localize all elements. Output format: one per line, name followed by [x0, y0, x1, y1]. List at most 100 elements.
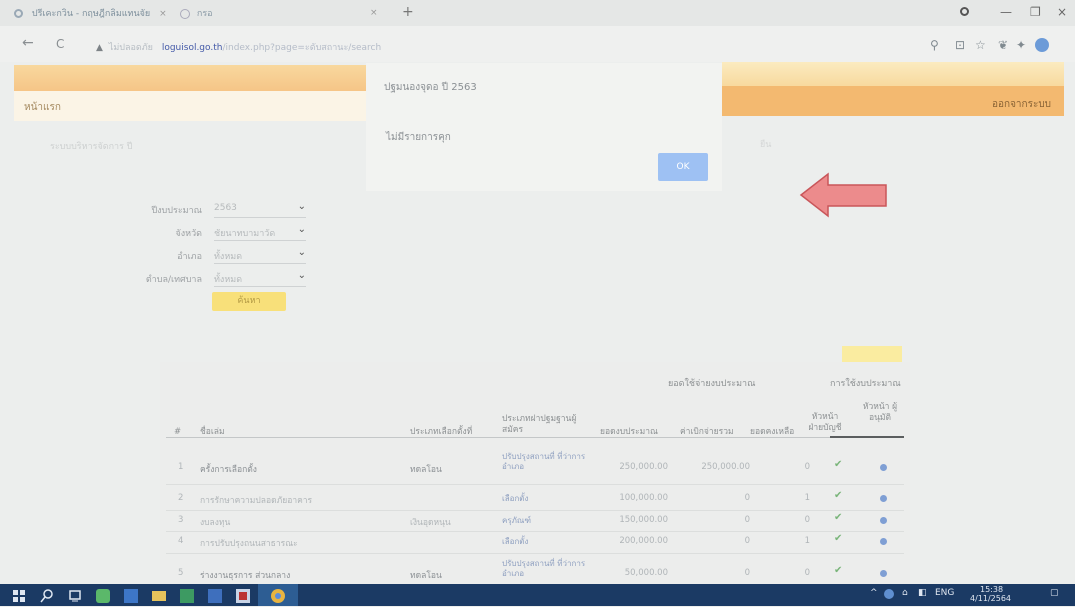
- app-icon-blue[interactable]: [124, 588, 138, 603]
- back-button[interactable]: ←: [22, 35, 34, 51]
- minimize-button[interactable]: —: [1000, 5, 1012, 19]
- taskbar-time: 15:38: [980, 585, 1004, 594]
- check-icon: ✔: [834, 512, 843, 523]
- chevron-down-icon: ⌄: [297, 224, 306, 235]
- file-explorer-icon[interactable]: [152, 588, 166, 602]
- cell-category[interactable]: ครุภัณฑ์: [502, 516, 588, 526]
- profile-circle-icon[interactable]: [960, 5, 969, 19]
- faint-page-text: ระบบบริหารจัดการ ปี: [50, 142, 133, 152]
- network-icon[interactable]: ⌂: [902, 588, 908, 598]
- row-divider: [166, 553, 904, 554]
- cell-no: 3: [178, 515, 184, 525]
- cell-remain: 0: [804, 568, 810, 578]
- year-select[interactable]: 2563 ⌄: [214, 201, 306, 218]
- cell-name[interactable]: ครั้งการเลือกตั้ง: [200, 462, 257, 476]
- tab2-close-icon[interactable]: ×: [370, 8, 378, 18]
- star-icon[interactable]: ☆: [975, 38, 986, 52]
- taskbar-lang[interactable]: ENG: [935, 588, 954, 598]
- subdistrict-select[interactable]: ทั้งหมด ⌄: [214, 270, 306, 287]
- view-icon[interactable]: [880, 538, 887, 545]
- cell-no: 1: [178, 462, 184, 472]
- cell-name[interactable]: งบลงทุน: [200, 515, 230, 529]
- column-header-approve1: หัวหน้า ฝ่ายบัญชี: [808, 412, 842, 433]
- new-tab-button[interactable]: +: [402, 4, 414, 20]
- maximize-button[interactable]: ❐: [1030, 5, 1041, 19]
- ok-button[interactable]: OK: [658, 153, 708, 181]
- cell-remain: 0: [804, 515, 810, 525]
- browser-tab2-title: กรอ: [196, 9, 213, 19]
- avatar[interactable]: [1035, 38, 1049, 52]
- check-icon: ✔: [834, 565, 843, 576]
- excel-icon[interactable]: [180, 588, 194, 603]
- puzzle-icon[interactable]: ✦: [1016, 38, 1026, 52]
- cell-type: ทดลโอน: [410, 465, 442, 475]
- address-path: /index.php?page=ะดับสถานะ/search: [222, 43, 382, 53]
- chevron-down-icon: ⌄: [297, 270, 306, 281]
- extension-leaf-icon[interactable]: ❦: [998, 38, 1008, 52]
- cell-category[interactable]: เลือกตั้ง: [502, 494, 588, 504]
- windows-start-icon[interactable]: [12, 588, 26, 602]
- taskbar-date: 4/11/2564: [970, 594, 1012, 603]
- notification-icon[interactable]: ▢: [1050, 588, 1059, 598]
- table-caption-budget: ยอดใช้จ่ายงบประมาณ: [668, 379, 756, 389]
- tray-chevron-icon[interactable]: ^: [870, 588, 878, 598]
- chevron-down-icon: ⌄: [297, 247, 306, 258]
- faint-page-text-right: ยืน: [760, 140, 772, 150]
- translate-icon[interactable]: ⊡: [955, 38, 965, 52]
- browser-tab-second[interactable]: กรอ: [180, 2, 213, 26]
- cell-spent: 250,000.00: [701, 462, 750, 472]
- dialog-message-line1: ปฐมนองจุดอ ปี 2563: [384, 82, 477, 93]
- cell-spent: 0: [744, 493, 750, 503]
- cell-category[interactable]: เลือกตั้ง: [502, 537, 588, 547]
- district-select[interactable]: ทั้งหมด ⌄: [214, 247, 306, 264]
- browser-tab-active[interactable]: ปรีเคะกวิน - กฤษฎีกลิมแทนจัย ×: [14, 2, 272, 26]
- export-button[interactable]: [842, 346, 902, 363]
- view-icon[interactable]: [880, 570, 887, 577]
- word-icon[interactable]: [208, 588, 222, 603]
- cell-name[interactable]: ร่างงานธุรการ ส่วนกลาง: [200, 568, 290, 582]
- cell-category[interactable]: ปรับปรุงสถานที่ ที่ว่าการอำเภอ: [502, 559, 588, 579]
- warning-icon: ▲: [96, 43, 103, 53]
- cell-budget: 200,000.00: [619, 536, 668, 546]
- chrome-taskbar-icon[interactable]: [271, 588, 285, 603]
- table-caption-count: การใช้งบประมาณ: [830, 379, 901, 389]
- close-window-button[interactable]: ×: [1057, 5, 1067, 19]
- globe-icon: [180, 8, 190, 19]
- cell-name[interactable]: การรักษาความปลอดภัยอาคาร: [200, 493, 312, 507]
- search-button[interactable]: ค้นหา: [212, 292, 286, 311]
- address-host: loguisol.go.th: [161, 43, 223, 53]
- filter-label: ตำบล/เทศบาล: [145, 275, 202, 285]
- task-view-icon[interactable]: [68, 588, 82, 602]
- tray-app-icon[interactable]: [884, 589, 894, 599]
- table-header-divider: [166, 437, 904, 438]
- cell-type: เงินอุดหนุน: [410, 518, 451, 528]
- line-app-icon[interactable]: [96, 588, 110, 603]
- logout-link[interactable]: ออกจากระบบ: [992, 97, 1051, 112]
- dialog-message-line2: ไม่มีรายการคุก: [386, 132, 451, 143]
- column-header-category: ประเภทฝาปฐมฐานผู้สมัคร: [502, 414, 577, 435]
- view-icon[interactable]: [880, 464, 887, 471]
- volume-icon[interactable]: ◧: [918, 588, 927, 598]
- key-icon[interactable]: ⚲: [930, 38, 939, 52]
- view-icon[interactable]: [880, 495, 887, 502]
- row-divider: [166, 484, 904, 485]
- tab-close-icon[interactable]: ×: [159, 9, 167, 19]
- address-bar[interactable]: ▲ ไม่ปลอดภัย loguisol.go.th/index.php?pa…: [96, 40, 381, 54]
- cell-no: 5: [178, 568, 184, 578]
- search-icon[interactable]: [40, 588, 54, 603]
- cell-no: 2: [178, 493, 184, 503]
- home-link[interactable]: หน้าแรก: [24, 100, 61, 115]
- view-icon[interactable]: [880, 517, 887, 524]
- column-header-approve2: หัวหน้า ผู้อนุมัติ: [862, 402, 898, 423]
- filter-label: จังหวัด: [175, 229, 203, 239]
- province-select[interactable]: ชัยนาทบามาวัด ⌄: [214, 224, 306, 241]
- header-subbar-left: [14, 91, 366, 121]
- cell-type: ทดลโอน: [410, 571, 442, 581]
- acrobat-icon[interactable]: [236, 588, 250, 603]
- cell-name[interactable]: การปรับปรุงถนนสาธารณะ: [200, 536, 298, 550]
- chrome-icon: [14, 9, 23, 18]
- row-divider: [166, 510, 904, 511]
- reload-button[interactable]: C: [56, 37, 64, 51]
- address-security-label: ไม่ปลอดภัย: [108, 43, 153, 53]
- cell-category[interactable]: ปรับปรุงสถานที่ ที่ว่าการอำเภอ: [502, 452, 588, 472]
